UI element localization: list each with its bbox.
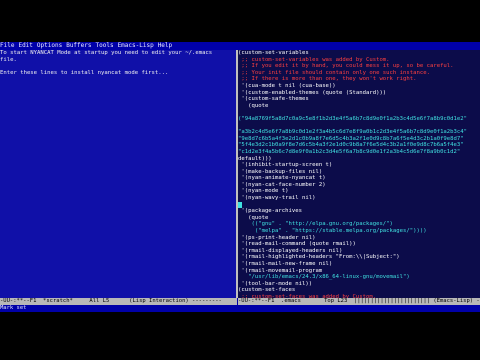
code-text: '(rmail-mail-new-frame nil) — [238, 261, 333, 267]
code-text: (quote — [238, 102, 269, 109]
code-text: '(ps-print-header nil) — [238, 234, 316, 241]
code-text: ;; Your init file should contain only on… — [238, 69, 430, 76]
code-text: (("gnu" . "http://elpa.gnu.org/packages/… — [238, 221, 393, 228]
menu-item-file[interactable]: File — [0, 42, 14, 49]
code-text: '(custom-safe-themes — [238, 96, 309, 103]
code-line: (custom-set-variables — [238, 50, 480, 57]
emacs-config-buffer[interactable]: (custom-set-variables ;; custom-set-vari… — [238, 50, 480, 298]
menu-bar: File Edit Options Buffers Tools Emacs-Lisp Hel… — [0, 42, 480, 50]
code-line: ("melpa" . "https://stable.melpa.org/pac… — [238, 228, 480, 235]
code-line: "a3b2c4d5e6f7a8b9c0d1e2f3a4b5c6d7e8f9a0b… — [238, 129, 480, 136]
code-text: (quote — [238, 214, 269, 221]
code-text: '(rmail-highlighted-headers "From:\\|Sub… — [238, 254, 400, 261]
code-line: '(read-mail-command (quote rmail)) — [238, 241, 480, 248]
code-text: '(cua-mode t nil (cua-base)) — [238, 82, 336, 89]
code-line: '(custom-safe-themes — [238, 96, 480, 103]
code-text: ;; custom-set-variables was added by Cus… — [238, 56, 390, 63]
code-line: '(rmail-mail-new-frame nil) — [238, 261, 480, 268]
buffer-line: To start NYANCAT Mode at startup you nee… — [0, 50, 213, 56]
code-text: ;; If you edit it by hand, you could mes… — [238, 63, 454, 70]
code-text: '(nyan-animate-nyancat t) — [238, 175, 326, 182]
code-line: ;; custom-set-variables was added by Cus… — [238, 57, 480, 64]
code-line: '(ps-print-header nil) — [238, 235, 480, 242]
code-text: '(rmail-movemail-program — [238, 267, 323, 274]
code-line: "c1d2e3f4a5b6c7d8e9f0a1b2c3d4e5f6a7b8c9d… — [238, 149, 480, 156]
menu-item-help[interactable]: Help — [158, 42, 172, 49]
menu-item-tools[interactable]: Tools — [96, 42, 114, 49]
code-text: (custom-set-variables — [238, 50, 309, 56]
code-text: '(custom-enabled-themes (quote (Standard… — [238, 89, 387, 96]
code-text: '(inhibit-startup-screen t) — [238, 162, 333, 169]
code-line: '(custom-enabled-themes (quote (Standard… — [238, 90, 480, 97]
code-text: "9e8d7c6b5a4f3e2d1c0b9a8f7e6d5c4b3a2f1e0… — [238, 135, 464, 142]
code-line — [238, 201, 480, 209]
code-text: '(read-mail-command (quote rmail)) — [238, 241, 356, 248]
code-line: '(package-archives — [238, 208, 480, 215]
code-line: '(nyan-wavy-trail nil) — [238, 195, 480, 202]
scratch-buffer[interactable]: To start NYANCAT Mode at startup you nee… — [0, 50, 236, 298]
code-text: '(nyan-cat-face-number 2) — [238, 181, 326, 188]
code-text: default))) — [238, 155, 272, 162]
buffer-line: Enter these lines to install nyancat mod… — [0, 69, 169, 76]
mode-line-right[interactable]: -UU-:**--F1 .emacs Top L23 |||||||||||||… — [238, 298, 480, 305]
menu-item-emacs-lisp[interactable]: Emacs-Lisp — [118, 42, 154, 49]
code-text: "c1d2e3f4a5b6c7d8e9f0a1b2c3d4e5f6a7b8c9d… — [238, 148, 461, 155]
echo-area[interactable]: Mark set — [0, 305, 480, 312]
code-text: '(nyan-mode t) — [238, 188, 289, 195]
code-line: "/usr/lib/emacs/24.3/x86_64-linux-gnu/mo… — [238, 274, 480, 281]
code-line: '(make-backup-files nil) — [238, 169, 480, 176]
mode-line-left[interactable]: -UU-:**--F1 *scratch* All L5 (Lisp Inter… — [0, 298, 237, 305]
code-text: ("94a8769f5a8d7c0a9c5e8f1b2d3e4f5a6b7c8d… — [238, 115, 468, 122]
code-text: '(make-backup-files nil) — [238, 168, 323, 175]
code-line: '(cua-mode t nil (cua-base)) — [238, 83, 480, 90]
code-line: ;; If there is more than one, they won't… — [238, 76, 480, 83]
code-line: (quote — [238, 215, 480, 222]
code-text: '(package-archives — [238, 208, 302, 215]
code-line: '(nyan-cat-face-number 2) — [238, 182, 480, 189]
code-line: '(tool-bar-mode nil)) — [238, 281, 480, 288]
code-line: ;; If you edit it by hand, you could mes… — [238, 63, 480, 70]
code-line: (quote — [238, 103, 480, 110]
emacs-window: File Edit Options Buffers Tools Emacs-Lisp Hel… — [0, 42, 480, 312]
code-line: "5f4e3d2c1b0a9f8e7d6c5b4a3f2e1d0c9b8a7f6… — [238, 142, 480, 149]
code-text: (custom-set-faces — [238, 287, 296, 294]
code-line: (("gnu" . "http://elpa.gnu.org/packages/… — [238, 221, 480, 228]
code-text: "5f4e3d2c1b0a9f8e7d6c5b4a3f2e1d0c9b8a7f6… — [238, 142, 464, 149]
buffer-line — [0, 63, 236, 70]
code-text: ("melpa" . "https://stable.melpa.org/pac… — [238, 228, 427, 235]
code-line: default))) — [238, 156, 480, 163]
code-line: (custom-set-faces — [238, 287, 480, 294]
menu-item-buffers[interactable]: Buffers — [66, 42, 91, 49]
menu-item-options[interactable]: Options — [37, 42, 62, 49]
code-text: '(nyan-wavy-trail nil) — [238, 195, 316, 202]
code-line: '(inhibit-startup-screen t) — [238, 162, 480, 169]
code-line: ;; Your init file should contain only on… — [238, 70, 480, 77]
code-line: '(nyan-mode t) — [238, 188, 480, 195]
code-text: "a3b2c4d5e6f7a8b9c0d1e2f3a4b5c6d7e8f9a0b… — [238, 129, 468, 136]
code-text: "/usr/lib/emacs/24.3/x86_64-linux-gnu/mo… — [238, 274, 410, 281]
code-text: ;; If there is more than one, they won't… — [238, 76, 417, 83]
text-cursor — [238, 201, 242, 208]
code-text: '(rmail-displayed-headers nil) — [238, 247, 343, 254]
code-line: ("94a8769f5a8d7c0a9c5e8f1b2d3e4f5a6b7c8d… — [238, 116, 480, 123]
code-line: '(rmail-displayed-headers nil) — [238, 248, 480, 255]
code-line: "9e8d7c6b5a4f3e2d1c0b9a8f7e6d5c4b3a2f1e0… — [238, 136, 480, 143]
menu-item-edit[interactable]: Edit — [18, 42, 32, 49]
buffer-line: file. — [0, 56, 17, 63]
code-text: '(tool-bar-mode nil)) — [238, 280, 313, 287]
code-line: '(nyan-animate-nyancat t) — [238, 175, 480, 182]
code-line: '(rmail-highlighted-headers "From:\\|Sub… — [238, 254, 480, 261]
code-line: '(rmail-movemail-program — [238, 268, 480, 275]
